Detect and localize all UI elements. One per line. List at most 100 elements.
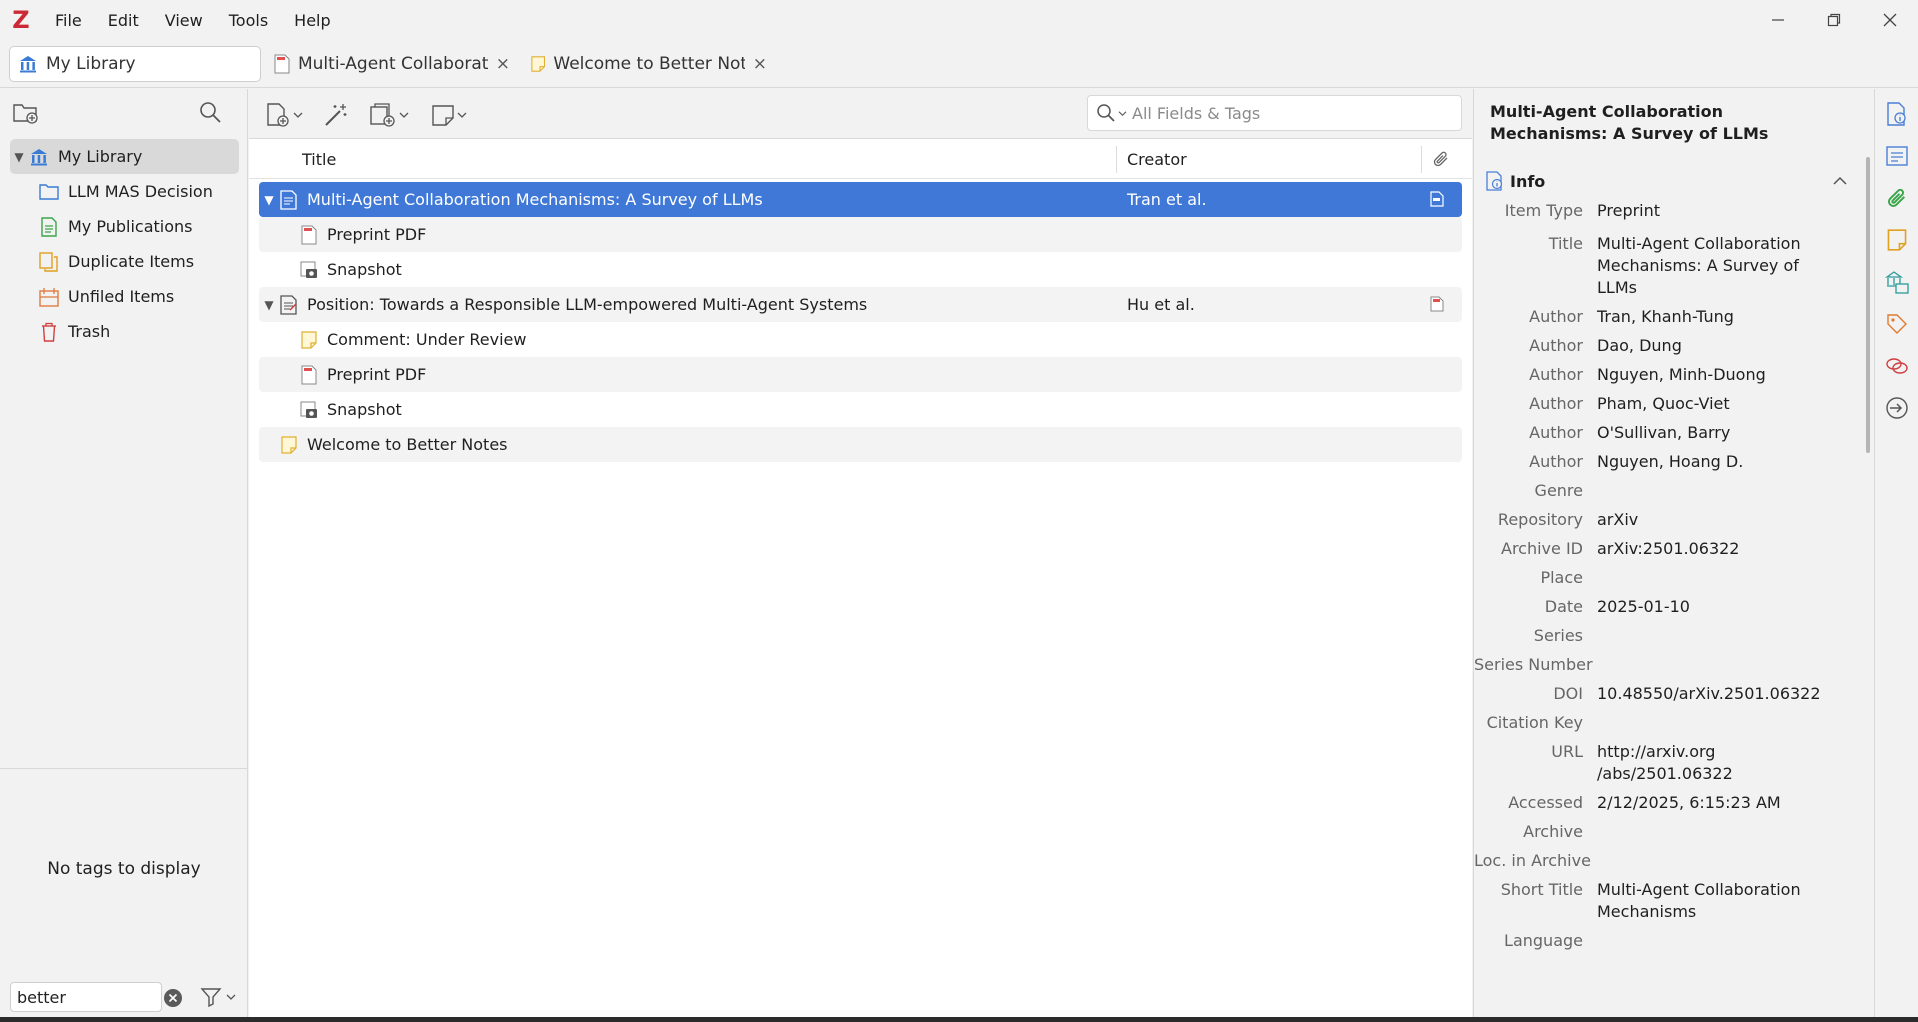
field-accessed: Accessed 2/12/2025, 6:15:23 AM (1474, 788, 1859, 817)
close-icon (1883, 13, 1897, 27)
item-title: Position: Towards a Responsible LLM-empo… (307, 295, 868, 314)
item-row[interactable]: ▼ Position: Towards a Responsible LLM-em… (259, 287, 1462, 322)
attachment-pdf-icon[interactable] (1429, 191, 1445, 207)
item-pane-scrollbar[interactable] (1866, 157, 1870, 453)
app-logo: Z (12, 6, 30, 34)
column-attachments[interactable] (1432, 150, 1450, 172)
author-value[interactable]: Dao, Dung (1597, 335, 1817, 357)
short-title-value[interactable]: Multi-Agent Collaboration Mechanisms (1597, 879, 1817, 923)
item-row[interactable]: ▼ Multi-Agent Collaboration Mechanisms: … (259, 182, 1462, 217)
search-mode-button[interactable] (1096, 103, 1132, 123)
item-search-box (1087, 95, 1462, 131)
note-row[interactable]: Comment: Under Review (259, 322, 1462, 357)
search-input[interactable] (1132, 103, 1452, 123)
place-value[interactable] (1597, 567, 1817, 589)
menu-help[interactable]: Help (281, 11, 343, 30)
field-author: Author Nguyen, Hoang D. (1474, 447, 1859, 476)
collapse-twisty[interactable]: ▼ (259, 193, 279, 207)
attachment-row[interactable]: Preprint PDF (259, 357, 1462, 392)
sidenav-locate-button[interactable] (1884, 395, 1910, 421)
loc-in-archive-value[interactable] (1597, 850, 1817, 872)
doi-value[interactable]: 10.48550/arXiv.2501.06322 (1597, 683, 1821, 705)
abstract-icon (1886, 146, 1908, 166)
column-divider[interactable] (1421, 146, 1422, 173)
collapse-twisty[interactable]: ▼ (10, 150, 28, 164)
author-value[interactable]: Pham, Quoc-Viet (1597, 393, 1817, 415)
menu-edit[interactable]: Edit (95, 11, 152, 30)
menu-tools[interactable]: Tools (216, 11, 281, 30)
collection-my-library[interactable]: ▼ My Library (10, 139, 239, 174)
menu-file[interactable]: File (42, 11, 95, 30)
repository-value[interactable]: arXiv (1597, 509, 1817, 531)
collection-duplicate-items[interactable]: Duplicate Items (10, 244, 239, 279)
clear-filter-button[interactable] (163, 988, 183, 1008)
attachment-pdf-icon[interactable] (1429, 296, 1445, 312)
field-loc-in-archive: Loc. in Archive (1474, 846, 1859, 875)
series-value[interactable] (1597, 625, 1817, 647)
collection-search-button[interactable] (198, 100, 222, 128)
attachment-row[interactable]: Snapshot (259, 392, 1462, 427)
tag-actions-button[interactable] (200, 985, 236, 1009)
info-fields: Item Type Preprint Title Multi-Agent Colla… (1474, 197, 1859, 955)
accessed-value[interactable]: 2/12/2025, 6:15:23 AM (1597, 792, 1817, 814)
close-window-button[interactable] (1862, 0, 1918, 40)
url-value[interactable]: http://arxiv.org /abs/2501.06322 (1597, 741, 1737, 785)
author-value[interactable]: Nguyen, Minh-Duong (1597, 364, 1817, 386)
tab-welcome-notes[interactable]: Welcome to Better Notes × (527, 46, 767, 82)
attachment-row[interactable]: Snapshot (259, 252, 1462, 287)
tag-pane-divider[interactable] (0, 768, 248, 769)
item-header-title[interactable]: Multi-Agent Collaboration Mechanisms: A … (1490, 101, 1830, 145)
minimize-button[interactable] (1750, 0, 1806, 40)
attachment-row[interactable]: Preprint PDF (259, 217, 1462, 252)
author-value[interactable]: Nguyen, Hoang D. (1597, 451, 1817, 473)
tab-my-library[interactable]: My Library (9, 46, 261, 82)
title-value[interactable]: Multi-Agent Collaboration Mechanisms: A … (1597, 233, 1817, 299)
collection-my-publications[interactable]: My Publications (10, 209, 239, 244)
add-attachment-button[interactable] (369, 101, 409, 129)
note-row[interactable]: Welcome to Better Notes (259, 427, 1462, 462)
collection-unfiled-items[interactable]: Unfiled Items (10, 279, 239, 314)
sidenav-attachments-button[interactable] (1884, 185, 1910, 211)
field-label: DOI (1553, 684, 1583, 703)
restore-button[interactable] (1806, 0, 1862, 40)
sidenav-notes-button[interactable] (1884, 227, 1910, 253)
citation-key-value[interactable] (1597, 712, 1817, 734)
new-item-button[interactable] (265, 101, 303, 129)
sidenav-abstract-button[interactable] (1884, 143, 1910, 169)
series-number-value[interactable] (1597, 654, 1817, 676)
item-type-value[interactable]: Preprint (1597, 200, 1817, 222)
new-collection-button[interactable] (12, 101, 40, 129)
column-divider[interactable] (1116, 146, 1117, 173)
collection-trash[interactable]: Trash (10, 314, 239, 349)
chevron-up-icon[interactable] (1832, 171, 1848, 190)
tab-close-icon[interactable]: × (753, 54, 767, 74)
sidenav-related-button[interactable] (1884, 353, 1910, 379)
item-creator: Hu et al. (1127, 295, 1195, 314)
info-section-header[interactable]: Info (1486, 167, 1848, 195)
author-value[interactable]: O'Sullivan, Barry (1597, 422, 1817, 444)
field-label: Author (1529, 394, 1583, 413)
collection-llm-mas-decision[interactable]: LLM MAS Decision (10, 174, 239, 209)
field-genre: Genre (1474, 476, 1859, 505)
tab-close-icon[interactable]: × (496, 54, 510, 74)
column-creator[interactable]: Creator (1127, 150, 1187, 169)
chevron-down-icon (1118, 110, 1127, 116)
item-creator: Tran et al. (1127, 190, 1207, 209)
author-value[interactable]: Tran, Khanh-Tung (1597, 306, 1817, 328)
tag-filter-input[interactable] (10, 982, 162, 1012)
collapse-twisty[interactable]: ▼ (259, 298, 279, 312)
genre-value[interactable] (1597, 480, 1817, 502)
sidenav-info-button[interactable] (1884, 101, 1910, 127)
tab-reader-survey[interactable]: Multi-Agent Collaboration Mechanisms: A … (270, 46, 510, 82)
language-value[interactable] (1597, 930, 1817, 952)
menu-view[interactable]: View (152, 11, 216, 30)
add-by-identifier-button[interactable] (323, 101, 349, 129)
archive-id-value[interactable]: arXiv:2501.06322 (1597, 538, 1817, 560)
new-note-button[interactable] (431, 101, 467, 129)
date-value[interactable]: 2025-01-10 (1597, 596, 1817, 618)
sidenav-libraries-collections-button[interactable] (1884, 269, 1910, 295)
archive-value[interactable] (1597, 821, 1817, 843)
column-title[interactable]: Title (302, 150, 336, 169)
note-icon (299, 330, 319, 350)
sidenav-tags-button[interactable] (1884, 311, 1910, 337)
